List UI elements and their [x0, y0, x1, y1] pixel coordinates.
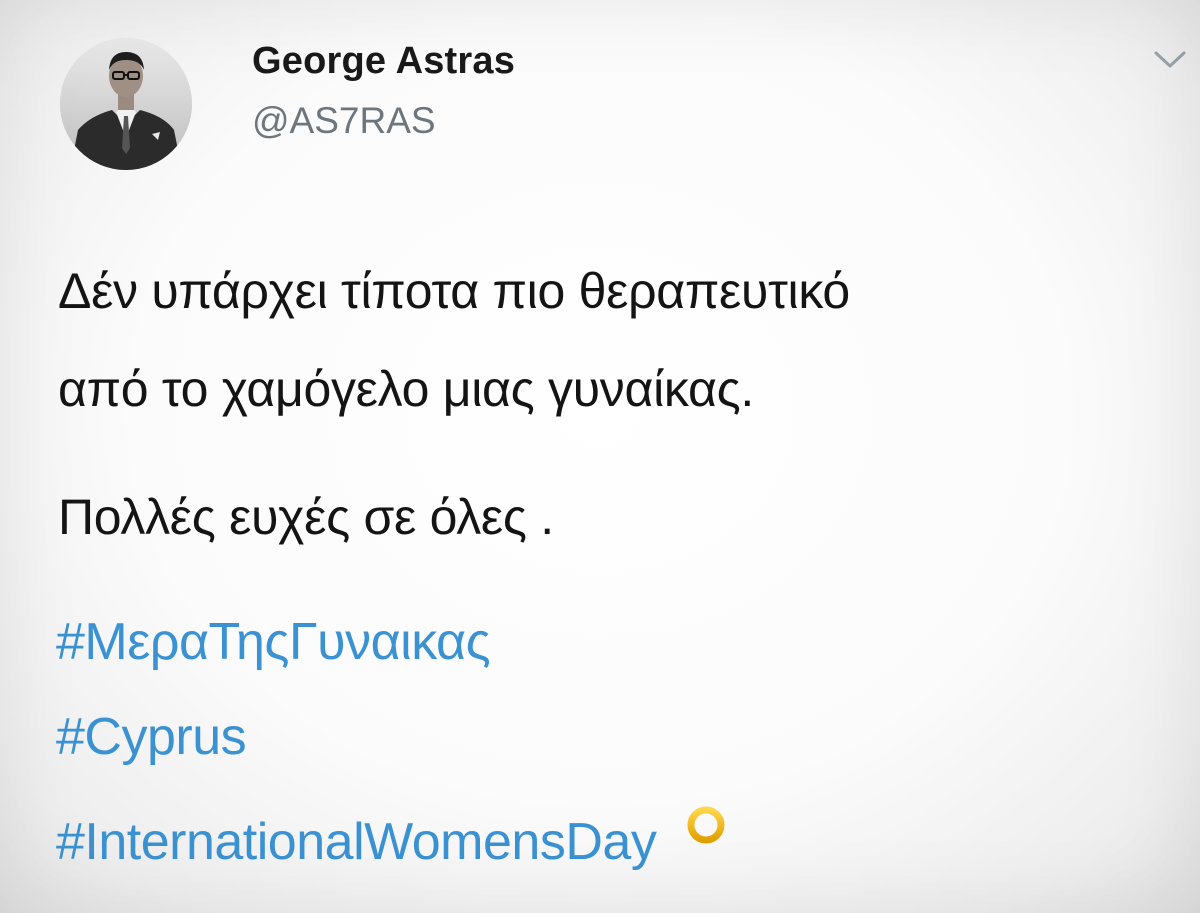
chevron-down-icon[interactable]	[1150, 44, 1190, 74]
female-sign-icon	[684, 805, 728, 875]
tweet-text-line: Δέν υπάρχει τίποτα πιο θεραπευτικό	[58, 263, 850, 319]
author-display-name[interactable]: George Astras	[252, 40, 515, 83]
hashtag-link[interactable]: #ΜεραΤηςΓυναικας	[56, 612, 491, 672]
tweet-card: George Astras @AS7RAS Δέν υπάρχει τίποτα…	[0, 0, 1200, 913]
hashtag-text[interactable]: #InternationalWomensDay	[56, 813, 657, 871]
avatar[interactable]	[60, 38, 192, 170]
hashtag-text[interactable]: #Cyprus	[56, 708, 247, 766]
hashtag-link[interactable]: #Cyprus	[56, 707, 247, 767]
tweet-text-line: Πολλές ευχές σε όλες .	[58, 489, 554, 545]
hashtag-text[interactable]: #ΜεραΤηςΓυναικας	[56, 613, 491, 671]
author-handle[interactable]: @AS7RAS	[252, 100, 436, 142]
hashtag-link[interactable]: #InternationalWomensDay	[56, 805, 728, 875]
tweet-text-line: από το χαμόγελο μιας γυναίκας.	[58, 361, 754, 417]
avatar-photo	[60, 38, 192, 170]
